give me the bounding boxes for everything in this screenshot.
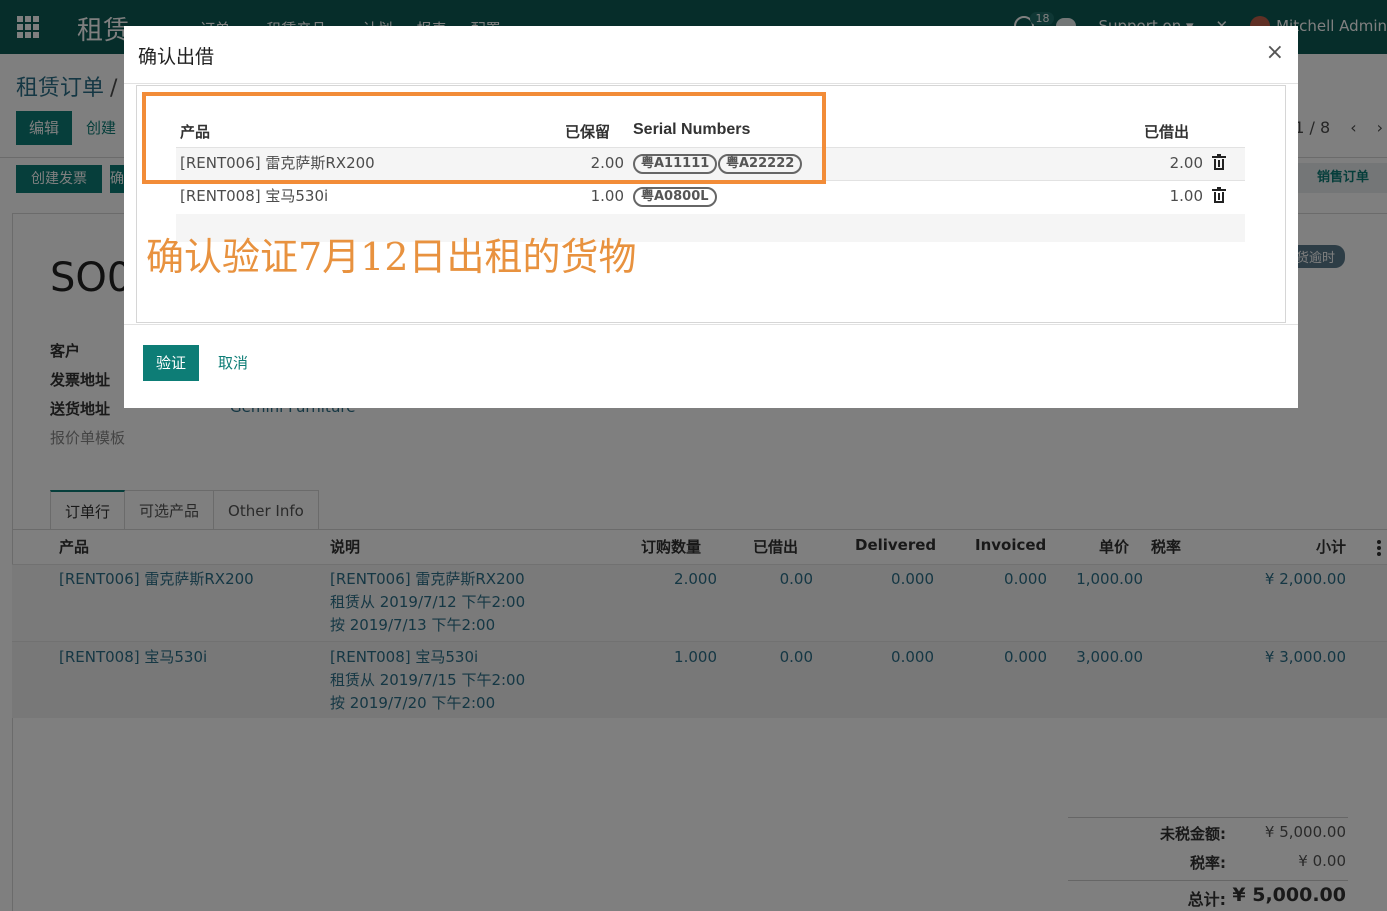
dlg-line-product: [RENT008] 宝马530i <box>180 187 329 205</box>
serial-tag[interactable]: 粤A11111 <box>633 154 718 174</box>
annotation-caption: 确认验证7月12日出租的货物 <box>146 235 637 279</box>
dlg-line-reserved: 2.00 <box>590 154 624 172</box>
dlg-line-picked[interactable]: 2.00 <box>1123 153 1203 173</box>
cancel-button[interactable]: 取消 <box>212 345 254 381</box>
close-icon[interactable]: × <box>1266 41 1284 65</box>
dlg-line-product: [RENT006] 雷克萨斯RX200 <box>180 154 375 172</box>
dlg-col-picked: 已借出 <box>1144 123 1190 141</box>
dialog-footer-divider <box>124 324 1298 325</box>
dlg-col-product: 产品 <box>180 123 211 141</box>
dlg-line-picked[interactable]: 1.00 <box>1123 186 1203 206</box>
trash-icon[interactable] <box>1212 187 1226 203</box>
dialog-header-divider <box>124 83 1298 84</box>
serial-tag[interactable]: 粤A22222 <box>718 154 803 174</box>
serial-tag[interactable]: 粤A0800L <box>633 187 717 207</box>
dlg-line-reserved: 1.00 <box>590 187 624 205</box>
dlg-col-serial-numbers: Serial Numbers <box>633 121 751 138</box>
trash-icon[interactable] <box>1212 154 1226 170</box>
dlg-col-reserved: 已保留 <box>565 123 611 141</box>
dialog-title: 确认出借 <box>138 46 215 68</box>
validate-button[interactable]: 验证 <box>143 345 199 381</box>
